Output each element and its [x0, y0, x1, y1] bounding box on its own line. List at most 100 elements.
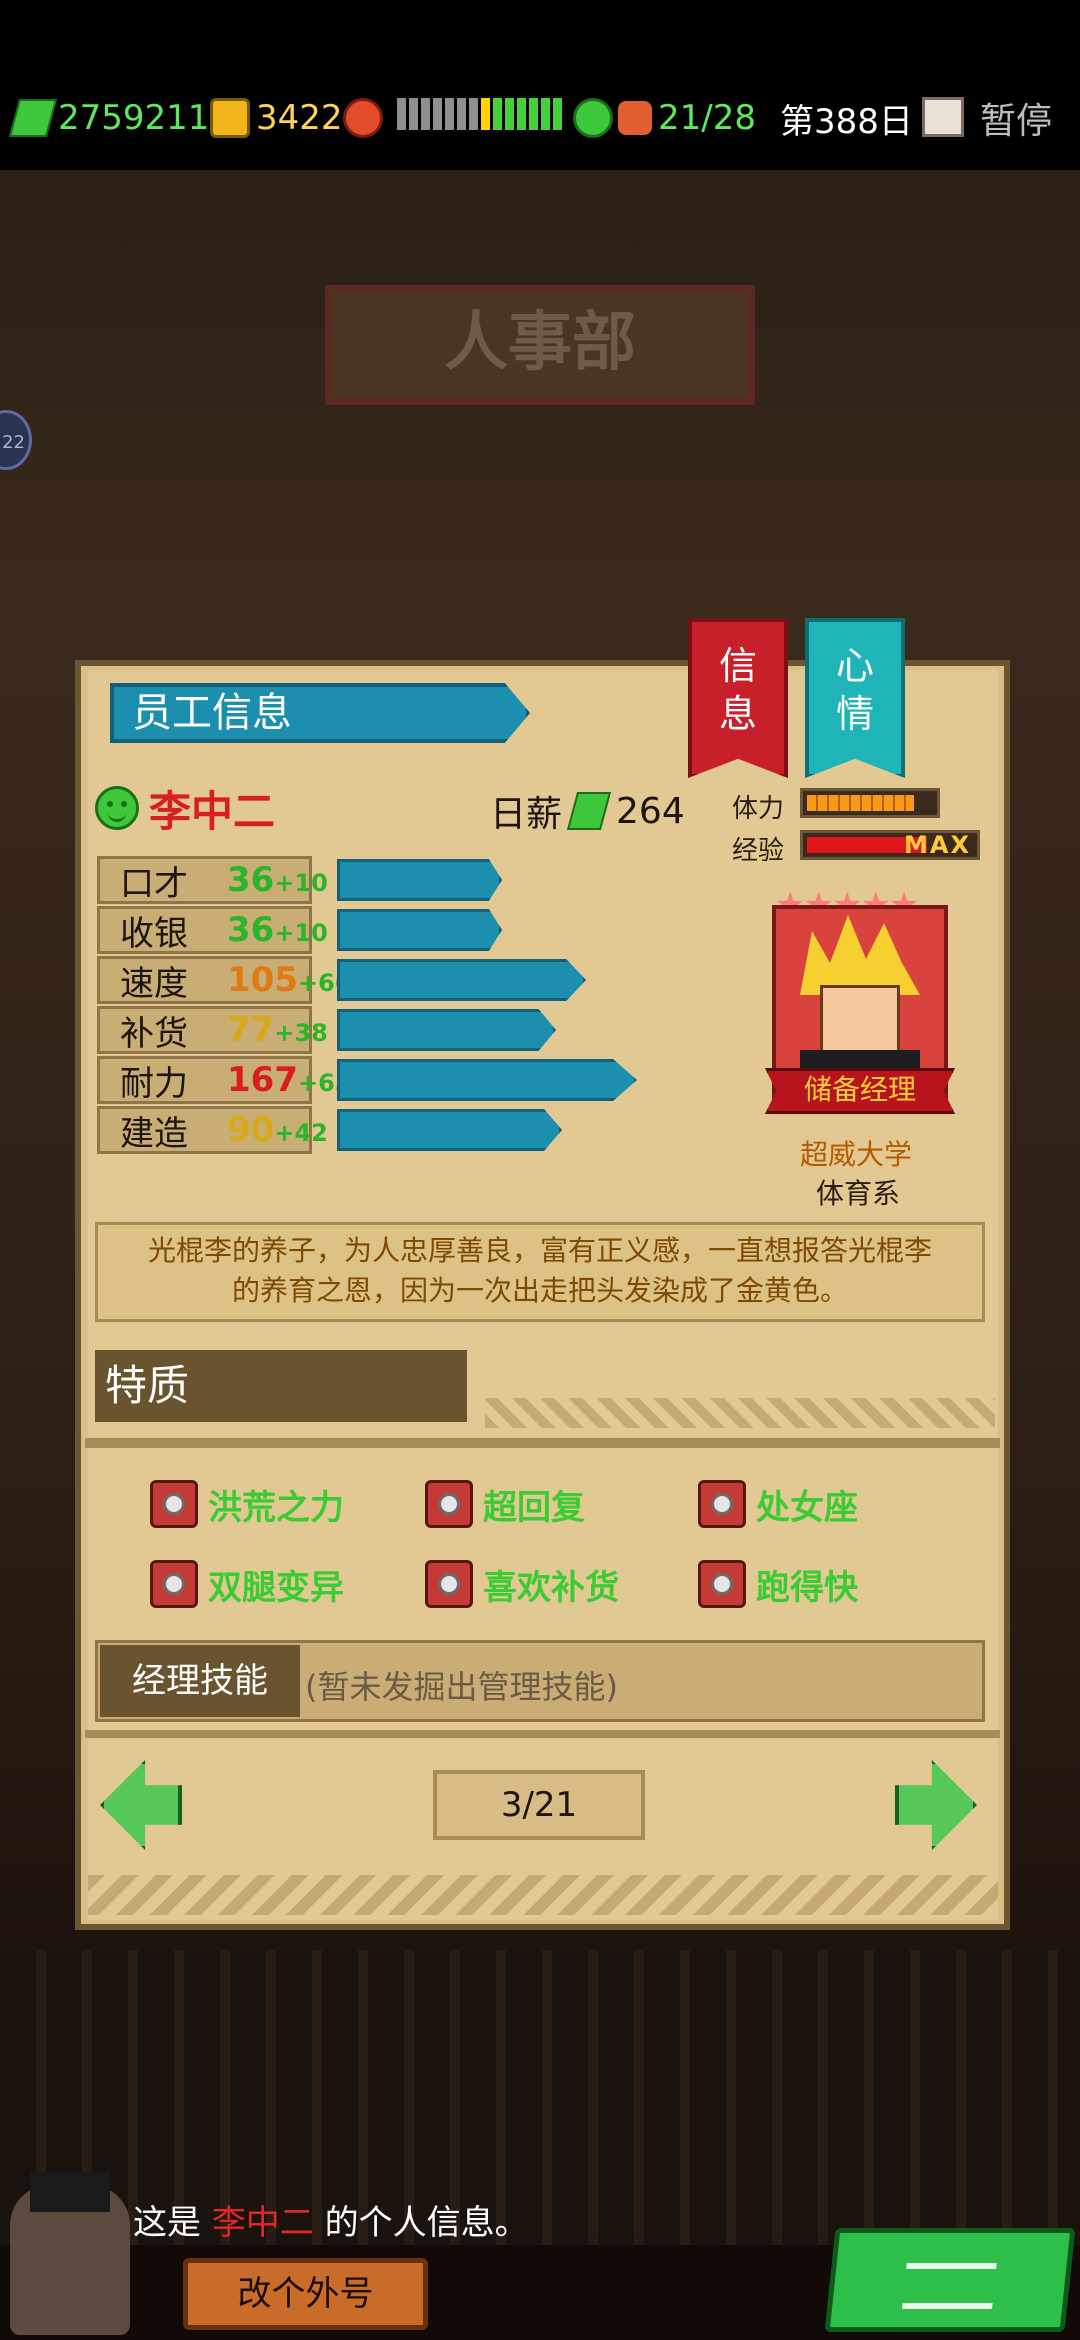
salary-display: 日薪 264	[490, 785, 685, 837]
trait-item[interactable]: 洪荒之力	[150, 1478, 344, 1530]
stat-base: 36	[227, 860, 275, 900]
trait-item[interactable]: 跑得快	[698, 1558, 858, 1610]
stat-value: 90+42	[227, 1110, 328, 1150]
dialog-text: 这是 李中二 的个人信息。	[133, 2195, 529, 2244]
stat-row: 口才 36+10	[97, 855, 502, 905]
trait-label: 洪荒之力	[208, 1487, 344, 1528]
bio-line-1: 光棍李的养子，为人忠厚善良，富有正义感，一直想报答光棍李	[147, 1234, 932, 1267]
guide-hat	[30, 2172, 110, 2212]
money-value: 2759211	[58, 98, 210, 138]
trait-label: 超回复	[483, 1487, 585, 1528]
stat-bonus: +10	[274, 919, 328, 947]
pause-button[interactable]: 暂停	[980, 92, 1052, 144]
staff-display: 21/28	[618, 92, 756, 144]
stat-bar	[337, 859, 502, 901]
confirm-icon	[901, 2263, 997, 2309]
manager-skill-note: (暂未发掘出管理技能)	[305, 1668, 618, 1706]
money-display: 2759211	[8, 92, 210, 144]
trait-badge-icon	[425, 1480, 473, 1528]
portrait-face	[820, 985, 900, 1055]
mood-segment	[493, 97, 502, 130]
trait-badge-icon	[150, 1560, 198, 1608]
staff-icon	[618, 101, 652, 135]
trait-item[interactable]: 双腿变异	[150, 1558, 344, 1610]
mood-segment	[541, 97, 550, 130]
stat-row: 速度 105+66	[97, 955, 586, 1005]
exp-bar: MAX	[800, 830, 980, 860]
stat-row: 补货 77+38	[97, 1005, 556, 1055]
salary-value: 264	[616, 790, 685, 832]
rank-ribbon: 储备经理	[765, 1068, 955, 1114]
stamina-bar	[800, 788, 940, 818]
status-bar	[0, 0, 1080, 170]
traits-title: 特质	[95, 1350, 467, 1422]
tab-mood-line2: 情	[835, 692, 874, 736]
coin-display: 3422	[210, 92, 343, 144]
dialog-suffix: 的个人信息。	[313, 2203, 529, 2243]
employee-school: 超威大学	[800, 1138, 913, 1171]
money-icon	[8, 99, 58, 137]
confirm-button[interactable]	[824, 2228, 1076, 2332]
happy-face-icon	[573, 98, 613, 138]
mood-smiley-icon	[95, 786, 139, 830]
stat-value: 36+10	[227, 910, 328, 950]
mood-segment	[469, 97, 478, 130]
stat-bar	[337, 1109, 562, 1151]
divider	[85, 1730, 1000, 1738]
stat-base: 77	[227, 1010, 275, 1050]
trait-badge-icon	[150, 1480, 198, 1528]
stamina-label: 体力	[732, 794, 785, 824]
stat-bonus: +42	[274, 1119, 328, 1147]
day-counter: 第388日	[780, 101, 913, 142]
decorative-border	[485, 1398, 995, 1428]
stat-base: 105	[227, 960, 298, 1000]
trait-label: 处女座	[756, 1487, 858, 1528]
mood-segment	[409, 97, 418, 130]
tab-info-line1: 信	[718, 644, 757, 688]
department-sign: 人事部	[325, 285, 755, 405]
mood-segment	[505, 97, 514, 130]
tab-mood-line1: 心	[835, 644, 874, 688]
stat-bar	[337, 909, 502, 951]
employee-name: 李中二	[149, 786, 276, 836]
employee-major: 体育系	[816, 1177, 901, 1210]
rename-button[interactable]: 改个外号	[183, 2258, 428, 2330]
trait-label: 喜欢补货	[483, 1567, 619, 1608]
exp-label: 经验	[732, 836, 785, 866]
coin-value: 3422	[256, 98, 343, 138]
decorative-border	[88, 1875, 998, 1915]
tab-info-line2: 息	[718, 692, 757, 736]
mood-segment	[457, 97, 466, 130]
salary-label: 日薪	[490, 794, 563, 835]
angry-face-icon	[343, 98, 383, 138]
trait-item[interactable]: 超回复	[425, 1478, 585, 1530]
mood-segment	[397, 97, 406, 130]
dialog-prefix: 这是	[133, 2203, 212, 2243]
stat-base: 36	[227, 910, 275, 950]
tab-info[interactable]: 信 息	[688, 618, 788, 778]
stat-bonus: +38	[274, 1019, 328, 1047]
trait-badge-icon	[425, 1560, 473, 1608]
trait-item[interactable]: 处女座	[698, 1478, 858, 1530]
mood-segment	[517, 97, 526, 130]
stat-base: 167	[227, 1060, 298, 1100]
mood-segment	[529, 97, 538, 130]
stat-bar	[337, 1009, 556, 1051]
tab-mood[interactable]: 心 情	[805, 618, 905, 778]
stat-bonus: +10	[274, 869, 328, 897]
trait-item[interactable]: 喜欢补货	[425, 1558, 619, 1610]
stat-row: 建造 90+42	[97, 1105, 562, 1155]
employee-name-row: 李中二	[95, 780, 275, 836]
coin-icon	[210, 98, 250, 138]
pause-icon[interactable]	[922, 97, 964, 137]
bio-line-2: 的养育之恩，因为一次出走把头发染成了金黄色。	[231, 1274, 848, 1307]
trait-badge-icon	[698, 1560, 746, 1608]
stamina-fill	[807, 795, 914, 811]
stat-row: 收银 36+10	[97, 905, 502, 955]
exp-max-label: MAX	[904, 831, 971, 859]
stat-value: 105+66	[227, 960, 352, 1000]
staff-count: 21/28	[658, 98, 756, 138]
stat-row: 耐力 167+65	[97, 1055, 637, 1105]
stat-bar	[337, 959, 586, 1001]
trait-label: 跑得快	[756, 1567, 858, 1608]
